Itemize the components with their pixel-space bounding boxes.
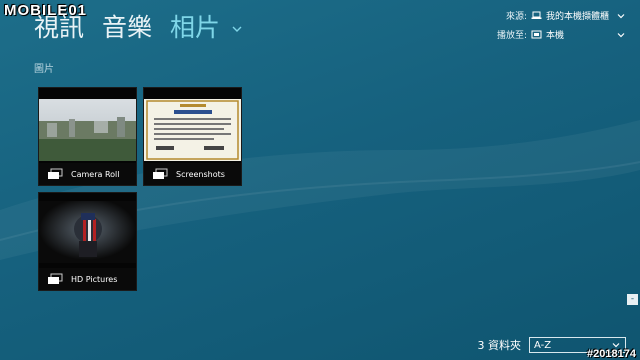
playto-row[interactable]: 播放至: 本機 <box>487 27 626 42</box>
chevron-down-icon <box>617 32 625 37</box>
thumbnail-image <box>39 99 136 161</box>
collapse-button[interactable]: - <box>627 294 638 305</box>
folder-tile-camera-roll[interactable]: Camera Roll <box>38 87 137 186</box>
thumbnail-image <box>144 99 241 161</box>
folder-count: 3 資料夾 <box>477 339 522 352</box>
thumbnail-image <box>39 201 136 263</box>
playto-value: 本機 <box>546 31 565 41</box>
nav-photos-label: 相片 <box>170 13 221 42</box>
watermark-id: #2018174 <box>587 348 636 360</box>
laptop-icon <box>531 11 542 19</box>
nav-photos[interactable]: 相片 <box>170 8 244 44</box>
tile-label: Camera Roll <box>71 169 120 179</box>
section-title: 圖片 <box>34 64 54 75</box>
tile-caption: Screenshots <box>144 163 241 185</box>
tile-caption: Camera Roll <box>39 163 136 185</box>
sort-value: A-Z <box>534 339 552 351</box>
source-label: 來源: <box>505 12 527 22</box>
tile-label: HD Pictures <box>71 274 118 284</box>
folder-tile-screenshots[interactable]: Screenshots <box>143 87 242 186</box>
chevron-down-icon <box>617 13 625 18</box>
folder-stack-icon <box>153 168 168 179</box>
folder-tile-hd-pictures[interactable]: HD Pictures <box>38 192 137 291</box>
tile-caption: HD Pictures <box>39 268 136 290</box>
nav-video[interactable]: 視訊 <box>34 8 84 44</box>
category-nav: 視訊 音樂 相片 <box>34 8 244 44</box>
source-value: 我的本機擷體櫃 <box>546 12 610 22</box>
source-row[interactable]: 來源: 我的本機擷體櫃 <box>487 8 626 23</box>
monitor-icon <box>531 30 542 39</box>
source-panel: 來源: 我的本機擷體櫃 播放至: 本機 <box>487 8 626 46</box>
tile-label: Screenshots <box>176 169 225 179</box>
folder-stack-icon <box>48 273 63 284</box>
playto-label: 播放至: <box>496 31 527 41</box>
nav-music[interactable]: 音樂 <box>102 8 152 44</box>
folder-stack-icon <box>48 168 63 179</box>
chevron-down-icon <box>232 26 242 32</box>
